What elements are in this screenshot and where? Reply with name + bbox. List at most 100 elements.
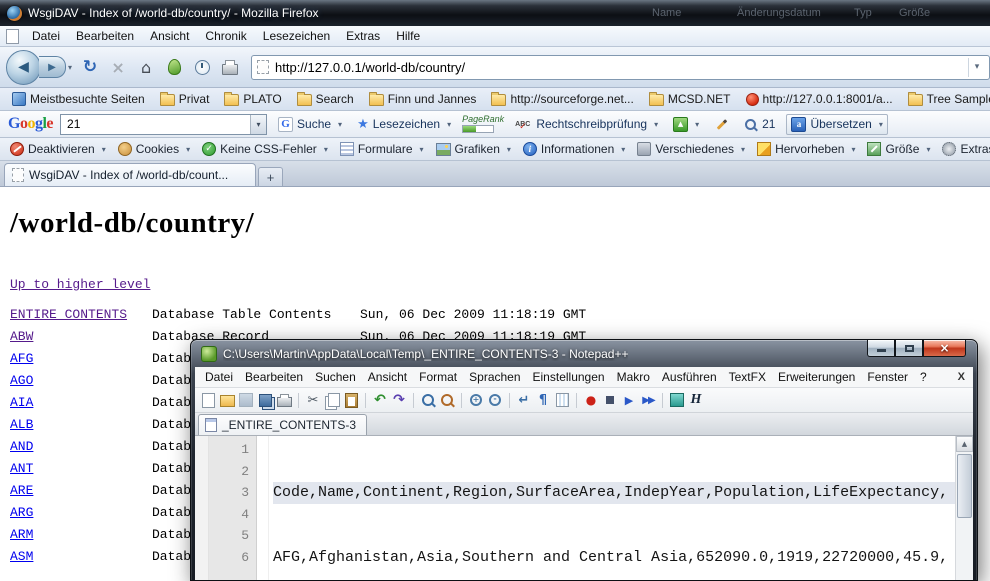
devtool-verschiedenes[interactable]: Verschiedenes (632, 140, 750, 158)
listing-link[interactable]: ARE (10, 483, 33, 498)
show-all-characters-button[interactable] (535, 392, 551, 408)
firefox-titlebar[interactable]: WsgiDAV - Index of /world-db/country/ - … (0, 0, 990, 26)
google-search-input[interactable]: 21 (61, 115, 250, 134)
google-bookmarks-button[interactable]: Lesezeichen (353, 115, 455, 134)
listing-link[interactable]: ABW (10, 329, 33, 344)
devtool-deaktivieren[interactable]: Deaktivieren (5, 140, 111, 158)
devtool-formulare[interactable]: Formulare (335, 140, 429, 158)
scrollbar-thumb[interactable] (957, 454, 972, 518)
minimize-button[interactable] (867, 340, 895, 357)
undo-button[interactable] (372, 392, 388, 408)
up-to-higher-level-link[interactable]: Up to higher level (10, 277, 150, 293)
open-file-button[interactable] (219, 392, 235, 408)
bookmark-privat[interactable]: Privat (154, 91, 216, 107)
scroll-up-icon[interactable] (956, 436, 973, 452)
npp-menu-textfx[interactable]: TextFX (723, 368, 772, 386)
zoom-out-button[interactable] (487, 392, 503, 408)
copy-button[interactable] (324, 392, 340, 408)
listing-link[interactable]: AFG (10, 351, 33, 366)
devtool-grafiken[interactable]: Grafiken (431, 140, 516, 158)
devtool-cookies[interactable]: Cookies (113, 140, 195, 158)
menu-datei[interactable]: Datei (25, 27, 67, 45)
bookmark-finn-und-jannes[interactable]: Finn und Jannes (363, 91, 483, 107)
menu-extras[interactable]: Extras (339, 27, 387, 45)
save-all-button[interactable] (257, 392, 273, 408)
menu-chronik[interactable]: Chronik (198, 27, 253, 45)
npp-menu-fenster[interactable]: Fenster (861, 368, 914, 386)
new-file-button[interactable] (200, 392, 216, 408)
npp-menu-einstellungen[interactable]: Einstellungen (527, 368, 611, 386)
devtool-css[interactable]: Keine CSS-Fehler (197, 140, 333, 158)
stop-macro-button[interactable] (602, 392, 618, 408)
plugin-button[interactable] (669, 392, 685, 408)
html-preview-button[interactable] (688, 392, 704, 408)
bookmark-localhost-8001[interactable]: http://127.0.0.1:8001/a... (740, 91, 899, 107)
npp-menu-suchen[interactable]: Suchen (309, 368, 362, 386)
search-dropdown-icon[interactable] (250, 115, 266, 134)
menu-ansicht[interactable]: Ansicht (143, 27, 196, 45)
listing-link[interactable]: ARG (10, 505, 33, 520)
listing-link[interactable]: ARM (10, 527, 33, 542)
print-button[interactable] (276, 392, 292, 408)
text-area[interactable]: Code,Name,Continent,Region,SurfaceArea,I… (269, 436, 955, 580)
new-tab-button[interactable]: + (258, 167, 283, 186)
url-bar[interactable]: http://127.0.0.1/world-db/country/ (251, 55, 990, 80)
home-button[interactable] (133, 54, 159, 80)
history-dropdown-icon[interactable] (68, 63, 72, 72)
redo-button[interactable] (391, 392, 407, 408)
google-search-box[interactable]: 21 (60, 114, 267, 135)
vertical-scrollbar[interactable] (955, 436, 973, 580)
npp-menu-ausfuehren[interactable]: Ausführen (656, 368, 723, 386)
print-button[interactable] (217, 54, 243, 80)
menubar-close-icon[interactable]: X (958, 371, 965, 383)
devtool-extras[interactable]: Extras (937, 140, 990, 158)
feed-button[interactable] (161, 54, 187, 80)
listing-link[interactable]: ENTIRE CONTENTS (10, 307, 127, 322)
document-tab[interactable]: _ENTIRE_CONTENTS-3 (198, 414, 367, 435)
google-search-button[interactable]: Suche (274, 115, 346, 134)
devtool-groesse[interactable]: Größe (862, 140, 935, 158)
zoom-in-button[interactable] (468, 392, 484, 408)
bookmark-sourceforge[interactable]: http://sourceforge.net... (485, 91, 639, 107)
npp-menu-erweiterungen[interactable]: Erweiterungen (772, 368, 861, 386)
npp-menu-ansicht[interactable]: Ansicht (362, 368, 413, 386)
notepadpp-titlebar[interactable]: C:\Users\Martin\AppData\Local\Temp\_ENTI… (191, 340, 977, 367)
indent-guide-button[interactable] (554, 392, 570, 408)
url-dropdown-icon[interactable] (968, 58, 985, 77)
spellcheck-button[interactable]: Rechtschreibprüfung (511, 115, 662, 133)
bookmark-search[interactable]: Search (291, 91, 360, 107)
reload-button[interactable] (77, 54, 103, 80)
npp-menu-makro[interactable]: Makro (611, 368, 656, 386)
autofill-button[interactable] (710, 121, 734, 128)
url-text[interactable]: http://127.0.0.1/world-db/country/ (275, 60, 968, 75)
back-button[interactable] (6, 50, 41, 85)
pagerank-widget[interactable]: PageRank (462, 115, 504, 133)
bookmark-plato[interactable]: PLATO (218, 91, 287, 107)
play-macro-button[interactable] (621, 392, 637, 408)
menu-lesezeichen[interactable]: Lesezeichen (256, 27, 337, 45)
devtool-informationen[interactable]: Informationen (518, 140, 630, 158)
paste-button[interactable] (343, 392, 359, 408)
find-button[interactable] (420, 392, 436, 408)
listing-link[interactable]: AIA (10, 395, 33, 410)
bookmark-margin[interactable] (195, 436, 209, 580)
run-macro-multiple-button[interactable] (640, 392, 656, 408)
listing-link[interactable]: ANT (10, 461, 33, 476)
save-button[interactable] (238, 392, 254, 408)
npp-menu-sprachen[interactable]: Sprachen (463, 368, 526, 386)
bookmark-tree-samples[interactable]: Tree Samples (902, 91, 990, 107)
stop-button[interactable] (105, 54, 131, 80)
replace-button[interactable] (439, 392, 455, 408)
listing-link[interactable]: ASM (10, 549, 33, 564)
maximize-button[interactable] (895, 340, 923, 357)
sidewiki-button[interactable] (669, 115, 703, 134)
highlight-button[interactable]: 21 (741, 115, 779, 133)
bookmark-most-visited[interactable]: Meistbesuchte Seiten (6, 91, 151, 107)
line-number-gutter[interactable]: 1 2 3 4 5 6 (209, 436, 257, 580)
npp-menu-help[interactable]: ? (914, 368, 933, 386)
bookmark-mcsd[interactable]: MCSD.NET (643, 91, 737, 107)
tab-wsgidav[interactable]: WsgiDAV - Index of /world-db/count... (4, 163, 256, 186)
close-button[interactable] (923, 340, 966, 357)
npp-menu-datei[interactable]: Datei (199, 368, 239, 386)
listing-link[interactable]: AGO (10, 373, 33, 388)
